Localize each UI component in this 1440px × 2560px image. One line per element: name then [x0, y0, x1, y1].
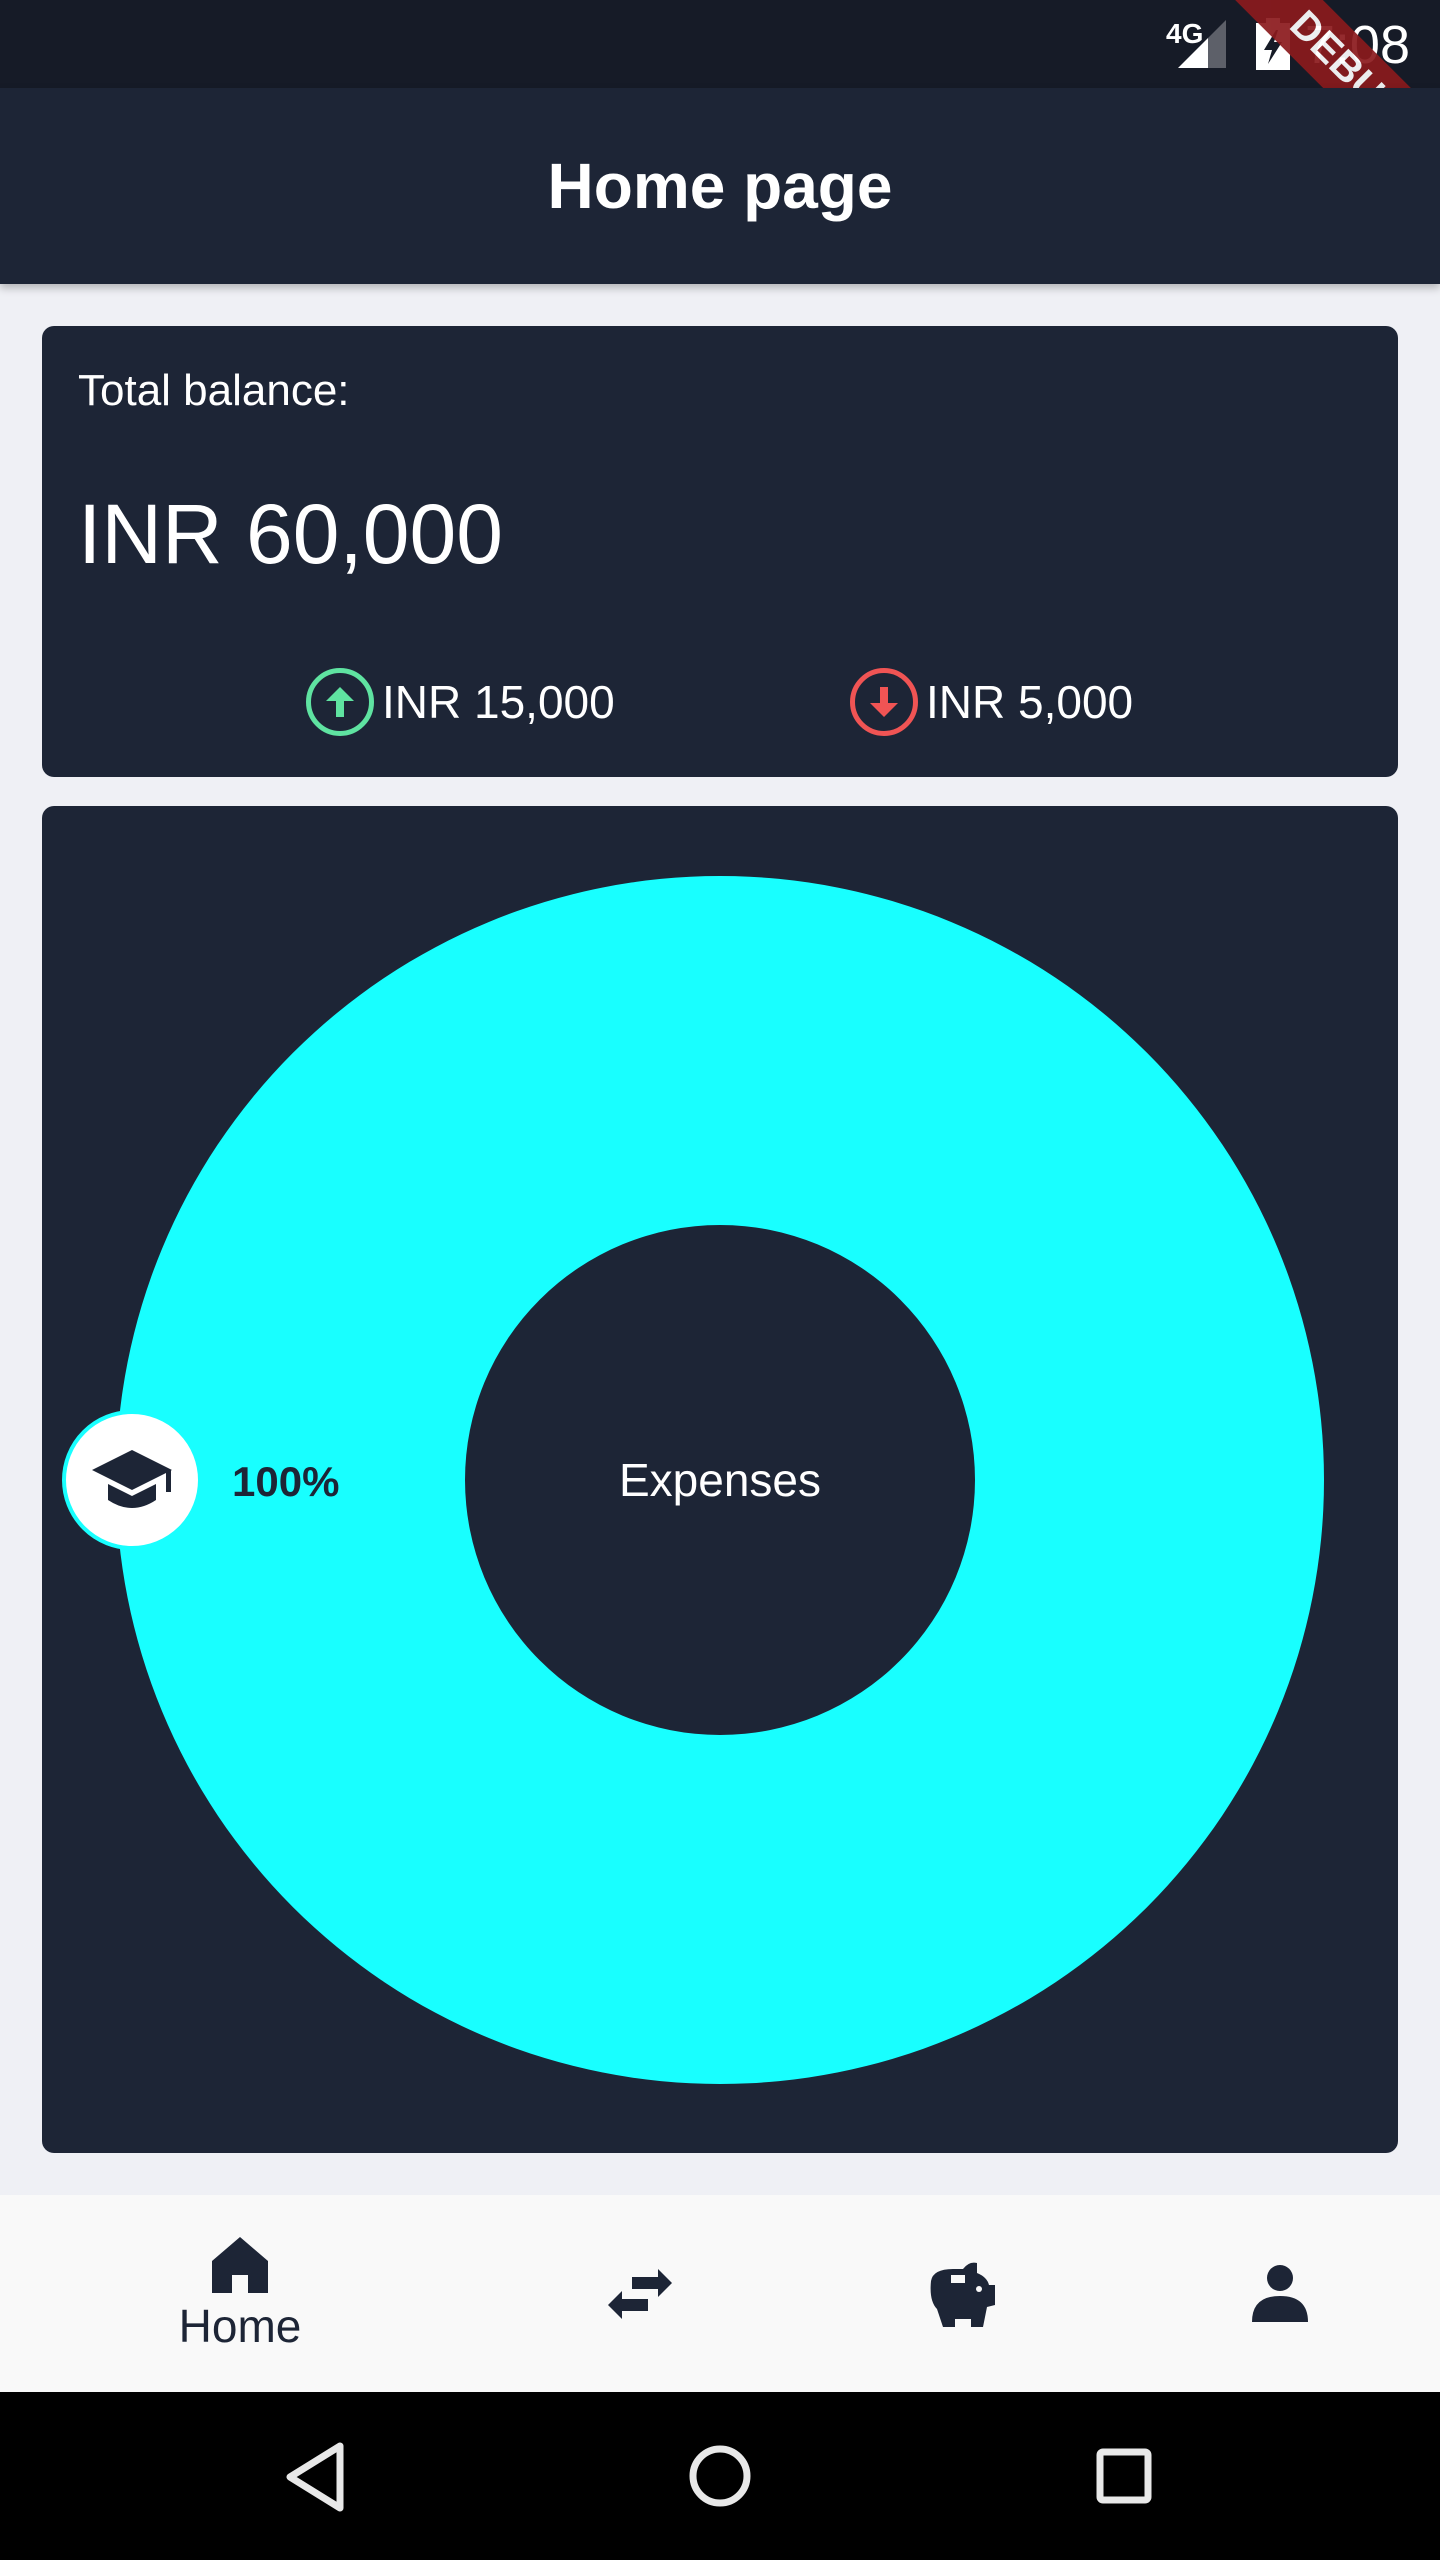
balance-amount: INR 60,000 [78, 487, 503, 581]
page-title: Home page [547, 150, 893, 222]
expense-amount: INR 5,000 [926, 676, 1134, 728]
arrow-down-icon [850, 668, 918, 736]
status-bar: 4G 7:08 [0, 0, 1440, 88]
bottom-nav: Home [0, 2195, 1440, 2392]
signal-icon [1178, 20, 1226, 68]
expenses-chart-card: Expenses 100% [42, 806, 1398, 2153]
piggy-bank-icon [930, 2262, 995, 2327]
swap-icon [608, 2268, 672, 2319]
donut-chart: Expenses 100% [62, 876, 1324, 2084]
balance-card: Total balance: INR 60,000 INR 15,000 INR… [42, 326, 1398, 777]
recents-icon[interactable] [1096, 2448, 1152, 2504]
nav-savings[interactable] [920, 2195, 1000, 2392]
person-icon [1252, 2264, 1308, 2322]
income-row: INR 15,000 [306, 668, 615, 736]
app-bar: Home page [0, 88, 1440, 284]
home-circle-icon[interactable] [688, 2444, 752, 2508]
nav-home[interactable]: Home [160, 2195, 320, 2392]
nav-transactions[interactable] [600, 2195, 680, 2392]
system-nav-bar [0, 2392, 1440, 2560]
expense-row: INR 5,000 [850, 668, 1133, 736]
income-amount: INR 15,000 [382, 676, 615, 728]
nav-profile[interactable] [1240, 2195, 1320, 2392]
arrow-up-icon [306, 668, 374, 736]
nav-home-label: Home [178, 2299, 302, 2352]
slice-badge [62, 1410, 202, 1550]
home-icon [212, 2236, 268, 2293]
chart-center-label: Expenses [619, 1454, 821, 1506]
slice-percent-label: 100% [232, 1458, 339, 1505]
balance-label: Total balance: [78, 366, 350, 415]
back-icon[interactable] [284, 2442, 348, 2512]
